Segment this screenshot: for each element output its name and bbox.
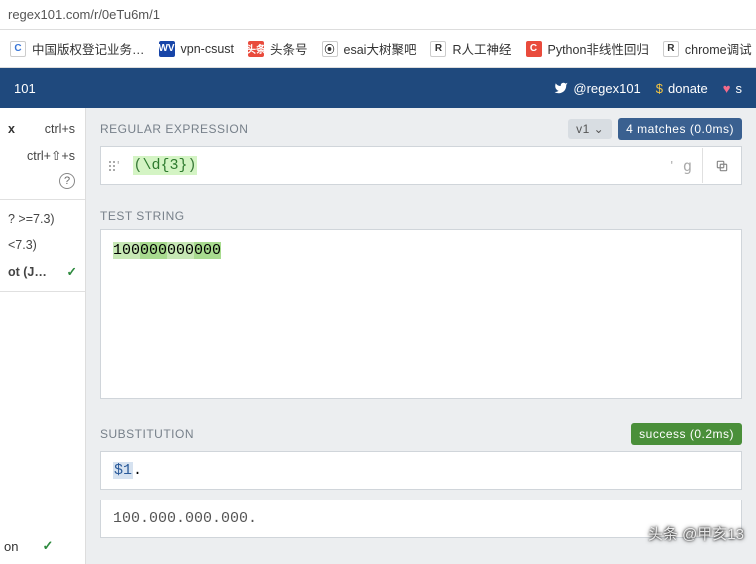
flavor-php-geq[interactable]: ? >=7.3) (0, 206, 85, 232)
bookmark-label: R人工神经 (452, 39, 511, 58)
regex-delim-left: ' (101, 147, 127, 184)
bookmark-item[interactable]: R R人工神经 (430, 39, 511, 58)
copy-button[interactable] (702, 148, 741, 184)
main-panel: REGULAR EXPRESSION v1 ⌄ 4 matches (0.0ms… (86, 108, 756, 564)
bookmark-favicon: WV (159, 41, 175, 57)
sponsor-link[interactable]: ♥ s (723, 81, 742, 96)
bookmark-item[interactable]: WV vpn-csust (159, 41, 235, 57)
help-icon: ? (59, 173, 75, 189)
bookmark-item[interactable]: ⦿ esai大树聚吧 (322, 39, 417, 58)
shortcut-ctrlshifts[interactable]: ctrl+⇧+s (0, 142, 85, 169)
app-header: 101 @regex101 $ donate ♥ s (0, 68, 756, 108)
bookmark-favicon: C (526, 41, 542, 57)
bookmarks-bar: C 中国版权登记业务… WV vpn-csust 头条头条号 ⦿ esai大树聚吧 R R人工神… (0, 30, 756, 68)
version-selector[interactable]: v1 ⌄ (568, 119, 612, 139)
substitution-result: 100.000.000.000. (100, 500, 742, 538)
drag-handle-icon[interactable] (109, 161, 111, 171)
substitution-status-badge: success (0.2ms) (631, 423, 742, 445)
bookmark-label: 中国版权登记业务… (32, 39, 145, 58)
check-icon: ✓ (42, 538, 53, 554)
donate-link[interactable]: $ donate (656, 81, 708, 96)
substitution-input[interactable]: $1. (100, 451, 742, 490)
test-label: TEST STRING (100, 209, 185, 223)
flavor-js[interactable]: ot (J… ✓ (0, 258, 85, 285)
regex-label: REGULAR EXPRESSION (100, 122, 248, 136)
bookmark-favicon: R (430, 41, 446, 57)
sidebar: x ctrl+s ctrl+⇧+s ? ? >=7.3) <7.3) ot (J… (0, 108, 86, 564)
regex-input-row: ' (\d{3}) ' g (100, 146, 742, 185)
regex-section-header: REGULAR EXPRESSION v1 ⌄ 4 matches (0.0ms… (86, 108, 756, 146)
address-bar[interactable]: regex101.com/r/0eTu6m/1 (0, 0, 756, 30)
url-text: regex101.com/r/0eTu6m/1 (8, 7, 160, 22)
flavor-php-lt[interactable]: <7.3) (0, 232, 85, 258)
bookmark-item[interactable]: C 中国版权登记业务… (10, 39, 145, 58)
regex-input[interactable]: (\d{3}) (127, 147, 670, 184)
header-right: @regex101 $ donate ♥ s (554, 81, 742, 96)
check-icon: ✓ (67, 264, 77, 279)
bookmark-favicon: ⦿ (322, 41, 338, 57)
bookmark-label: vpn-csust (181, 42, 235, 56)
bookmark-item[interactable]: C Python非线性回归 (526, 39, 649, 58)
twitter-link[interactable]: @regex101 (554, 81, 640, 96)
logo-text[interactable]: 101 (14, 81, 36, 96)
twitter-icon (554, 81, 568, 95)
bookmark-favicon: C (10, 41, 26, 57)
sidebar-bottom[interactable]: on ✓ (4, 538, 53, 554)
bookmark-label: chrome调试 (685, 39, 752, 58)
regex-flags[interactable]: g (673, 157, 702, 175)
substitution-label: SUBSTITUTION (100, 427, 194, 441)
bookmark-label: 头条号 (270, 39, 308, 58)
bookmark-favicon: 头条 (248, 41, 264, 57)
shortcut-ctrls-x[interactable]: x ctrl+s (0, 116, 85, 142)
bookmark-label: Python非线性回归 (548, 39, 649, 58)
match-count-badge: 4 matches (0.0ms) (618, 118, 742, 140)
test-section-header: TEST STRING (86, 199, 756, 229)
heart-icon: ♥ (723, 81, 731, 96)
bookmark-label: esai大树聚吧 (344, 39, 417, 58)
bookmark-item[interactable]: 头条头条号 (248, 39, 308, 58)
bookmark-item[interactable]: Rchrome调试 (663, 39, 752, 58)
test-string-input[interactable]: 100000000000 (100, 229, 742, 399)
substitution-section-header: SUBSTITUTION success (0.2ms) (86, 413, 756, 451)
copy-icon (715, 159, 729, 173)
dollar-icon: $ (656, 81, 663, 96)
help-button[interactable]: ? (0, 169, 85, 193)
bookmark-favicon: R (663, 41, 679, 57)
